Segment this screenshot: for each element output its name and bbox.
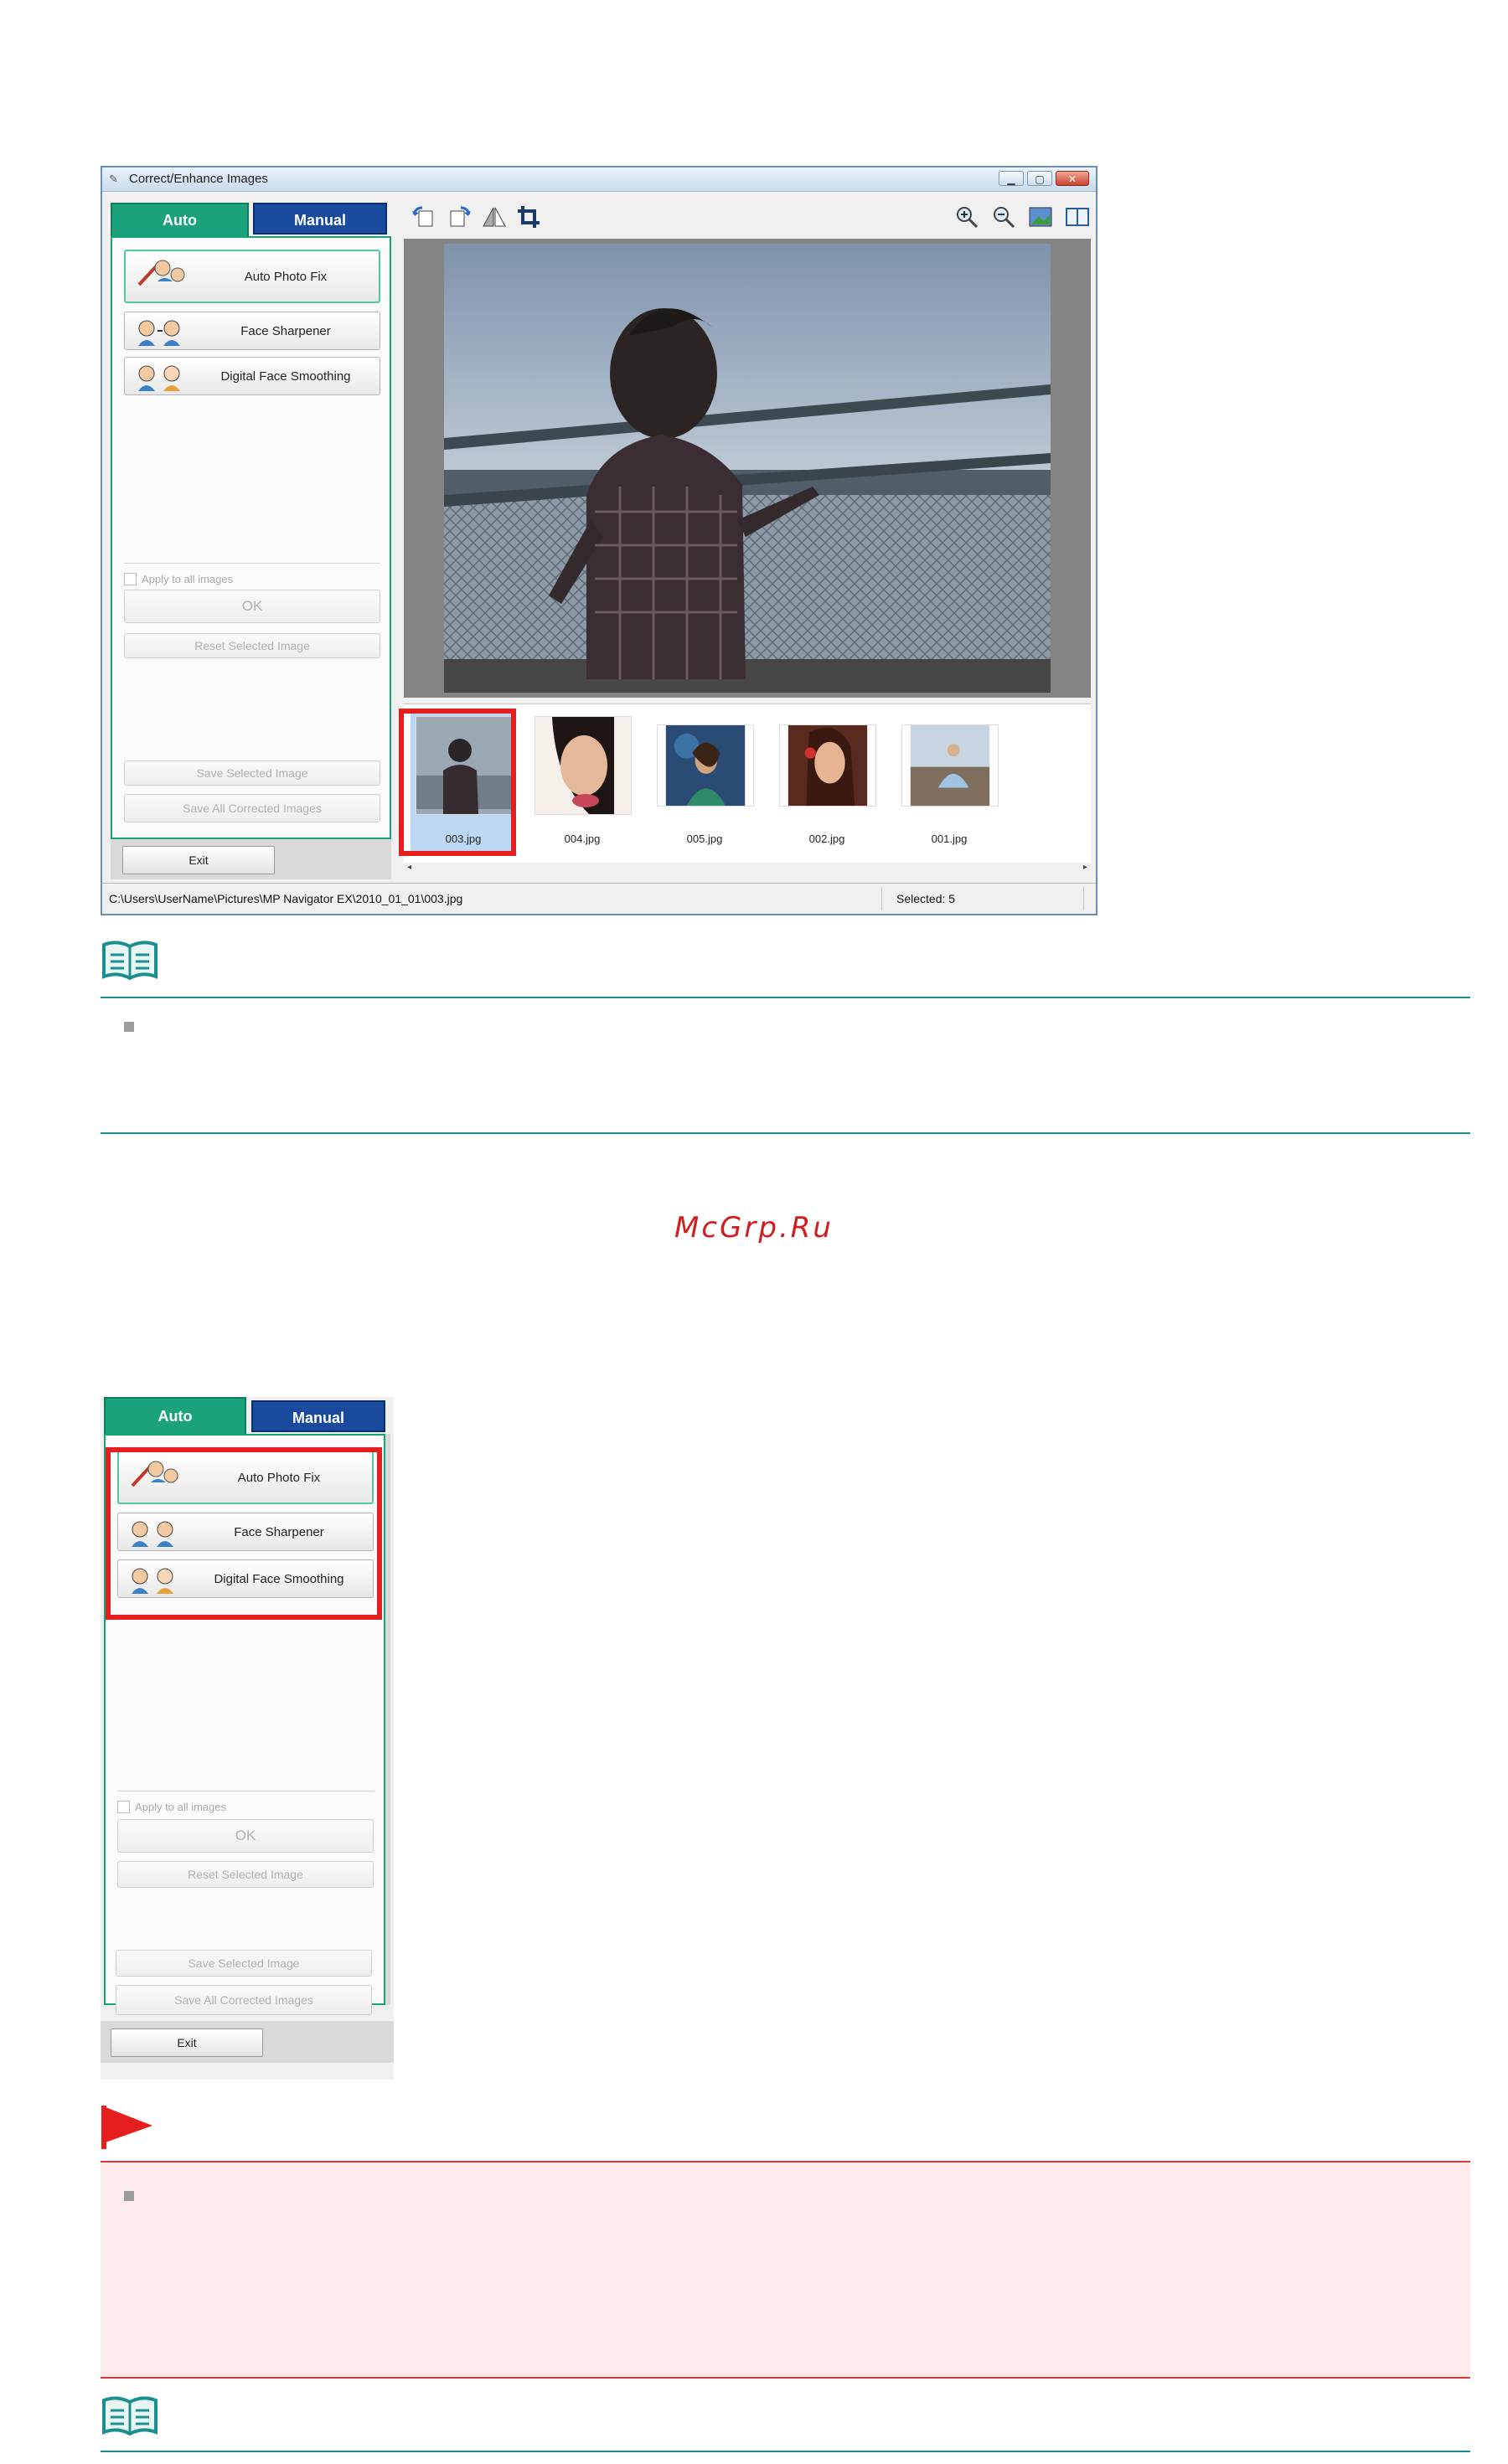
exit-button[interactable]: Exit [122, 846, 275, 874]
app-icon: ✎ [109, 173, 118, 185]
title-bar: ✎ Correct/Enhance Images ▁ ▢ ✕ [102, 168, 1096, 192]
rotate-right-icon[interactable] [446, 204, 473, 229]
note-rule-top [101, 997, 1470, 998]
face-sharpener-button[interactable]: Face Sharpener [124, 312, 380, 350]
checkbox-box[interactable] [124, 573, 137, 585]
scroll-left-icon[interactable]: ◂ [407, 863, 411, 872]
apply-to-all-checkbox[interactable]: Apply to all images [124, 573, 233, 585]
note-bullet [124, 1022, 134, 1032]
ok-button[interactable]: OK [124, 590, 380, 623]
thumbnail-item[interactable]: 005.jpg [652, 711, 757, 853]
scroll-right-icon[interactable]: ▸ [1083, 863, 1087, 872]
face-sharpener-icon [138, 320, 180, 346]
thumbnail-item[interactable]: 004.jpg [529, 711, 635, 853]
note-rule-bottom [101, 1132, 1470, 1134]
correct-enhance-window: ✎ Correct/Enhance Images ▁ ▢ ✕ Auto Manu… [101, 166, 1097, 915]
thumbnail-image [535, 716, 632, 815]
save-selected-image-button[interactable]: Save Selected Image [116, 1950, 372, 1977]
minimize-button[interactable]: ▁ [999, 171, 1024, 186]
thumbnail-caption: 001.jpg [931, 833, 968, 845]
watermark: McGrp.Ru [674, 1211, 834, 1245]
reset-selected-image-button[interactable]: Reset Selected Image [117, 1861, 374, 1888]
face-sharpener-label: Face Sharpener [240, 323, 331, 338]
thumbnail-image [779, 724, 876, 807]
ok-button[interactable]: OK [117, 1819, 374, 1853]
checkbox-box[interactable] [117, 1801, 130, 1813]
status-path: C:\Users\UserName\Pictures\MP Navigator … [109, 892, 463, 905]
note-icon [102, 2396, 158, 2436]
toolbar [404, 201, 1091, 235]
maximize-button[interactable]: ▢ [1027, 171, 1052, 186]
rotate-left-icon[interactable] [411, 204, 437, 229]
auto-panel: Auto Photo Fix Face Sharpener Digital Fa… [111, 236, 391, 839]
apply-to-all-label: Apply to all images [135, 1801, 227, 1813]
important-box [101, 2161, 1470, 2379]
note-rule-top [101, 2451, 1470, 2452]
auto-photo-fix-icon [137, 260, 185, 286]
tab-manual[interactable]: Manual [253, 203, 387, 235]
apply-to-all-checkbox[interactable]: Apply to all images [117, 1801, 226, 1813]
apply-to-all-label: Apply to all images [142, 573, 234, 585]
panel-scrollbar[interactable] [385, 1434, 390, 2005]
zoom-out-icon[interactable] [990, 204, 1017, 229]
digital-face-smoothing-button[interactable]: Digital Face Smoothing [124, 357, 380, 395]
thumbnail-item[interactable]: 001.jpg [896, 711, 1002, 853]
selection-highlight [399, 709, 516, 856]
tab-auto[interactable]: Auto [104, 1397, 246, 1436]
thumbnail-scrollbar[interactable]: ◂ ▸ [404, 863, 1091, 874]
save-selected-image-button[interactable]: Save Selected Image [124, 760, 380, 786]
thumbnail-image [901, 724, 999, 807]
preview-photo [444, 244, 1051, 693]
image-preview [404, 239, 1091, 698]
tab-auto[interactable]: Auto [111, 203, 249, 238]
full-screen-icon[interactable] [1027, 204, 1054, 229]
thumbnail-image [657, 724, 754, 807]
thumbnail-caption: 005.jpg [686, 833, 723, 845]
digital-face-smoothing-label: Digital Face Smoothing [220, 369, 351, 384]
exit-button[interactable]: Exit [111, 2028, 263, 2057]
auto-photo-fix-label: Auto Photo Fix [244, 269, 328, 284]
close-button[interactable]: ✕ [1056, 171, 1089, 186]
thumbnail-item[interactable]: 002.jpg [774, 711, 880, 853]
mirror-icon[interactable] [481, 204, 508, 229]
crop-icon[interactable] [516, 204, 543, 229]
left-pane: Auto Manual Auto Photo Fix Face Sharpene… [111, 201, 395, 879]
thumbnail-caption: 004.jpg [564, 833, 601, 845]
save-all-corrected-images-button[interactable]: Save All Corrected Images [116, 1985, 372, 2015]
tab-manual[interactable]: Manual [251, 1400, 385, 1432]
window-title: Correct/Enhance Images [129, 172, 268, 186]
status-bar: C:\Users\UserName\Pictures\MP Navigator … [102, 883, 1096, 914]
auto-photo-fix-button[interactable]: Auto Photo Fix [124, 250, 380, 303]
zoom-in-icon[interactable] [953, 204, 980, 229]
status-selected: Selected: 5 [896, 892, 956, 905]
digital-face-smoothing-icon [138, 365, 180, 391]
important-bullet [124, 2191, 134, 2201]
thumbnail-caption: 002.jpg [808, 833, 845, 845]
compare-icon[interactable] [1064, 204, 1091, 229]
buttons-highlight [106, 1447, 382, 1620]
note-icon [102, 941, 158, 980]
important-flag-icon [101, 2106, 152, 2149]
save-all-corrected-images-button[interactable]: Save All Corrected Images [124, 794, 380, 822]
reset-selected-image-button[interactable]: Reset Selected Image [124, 633, 380, 658]
